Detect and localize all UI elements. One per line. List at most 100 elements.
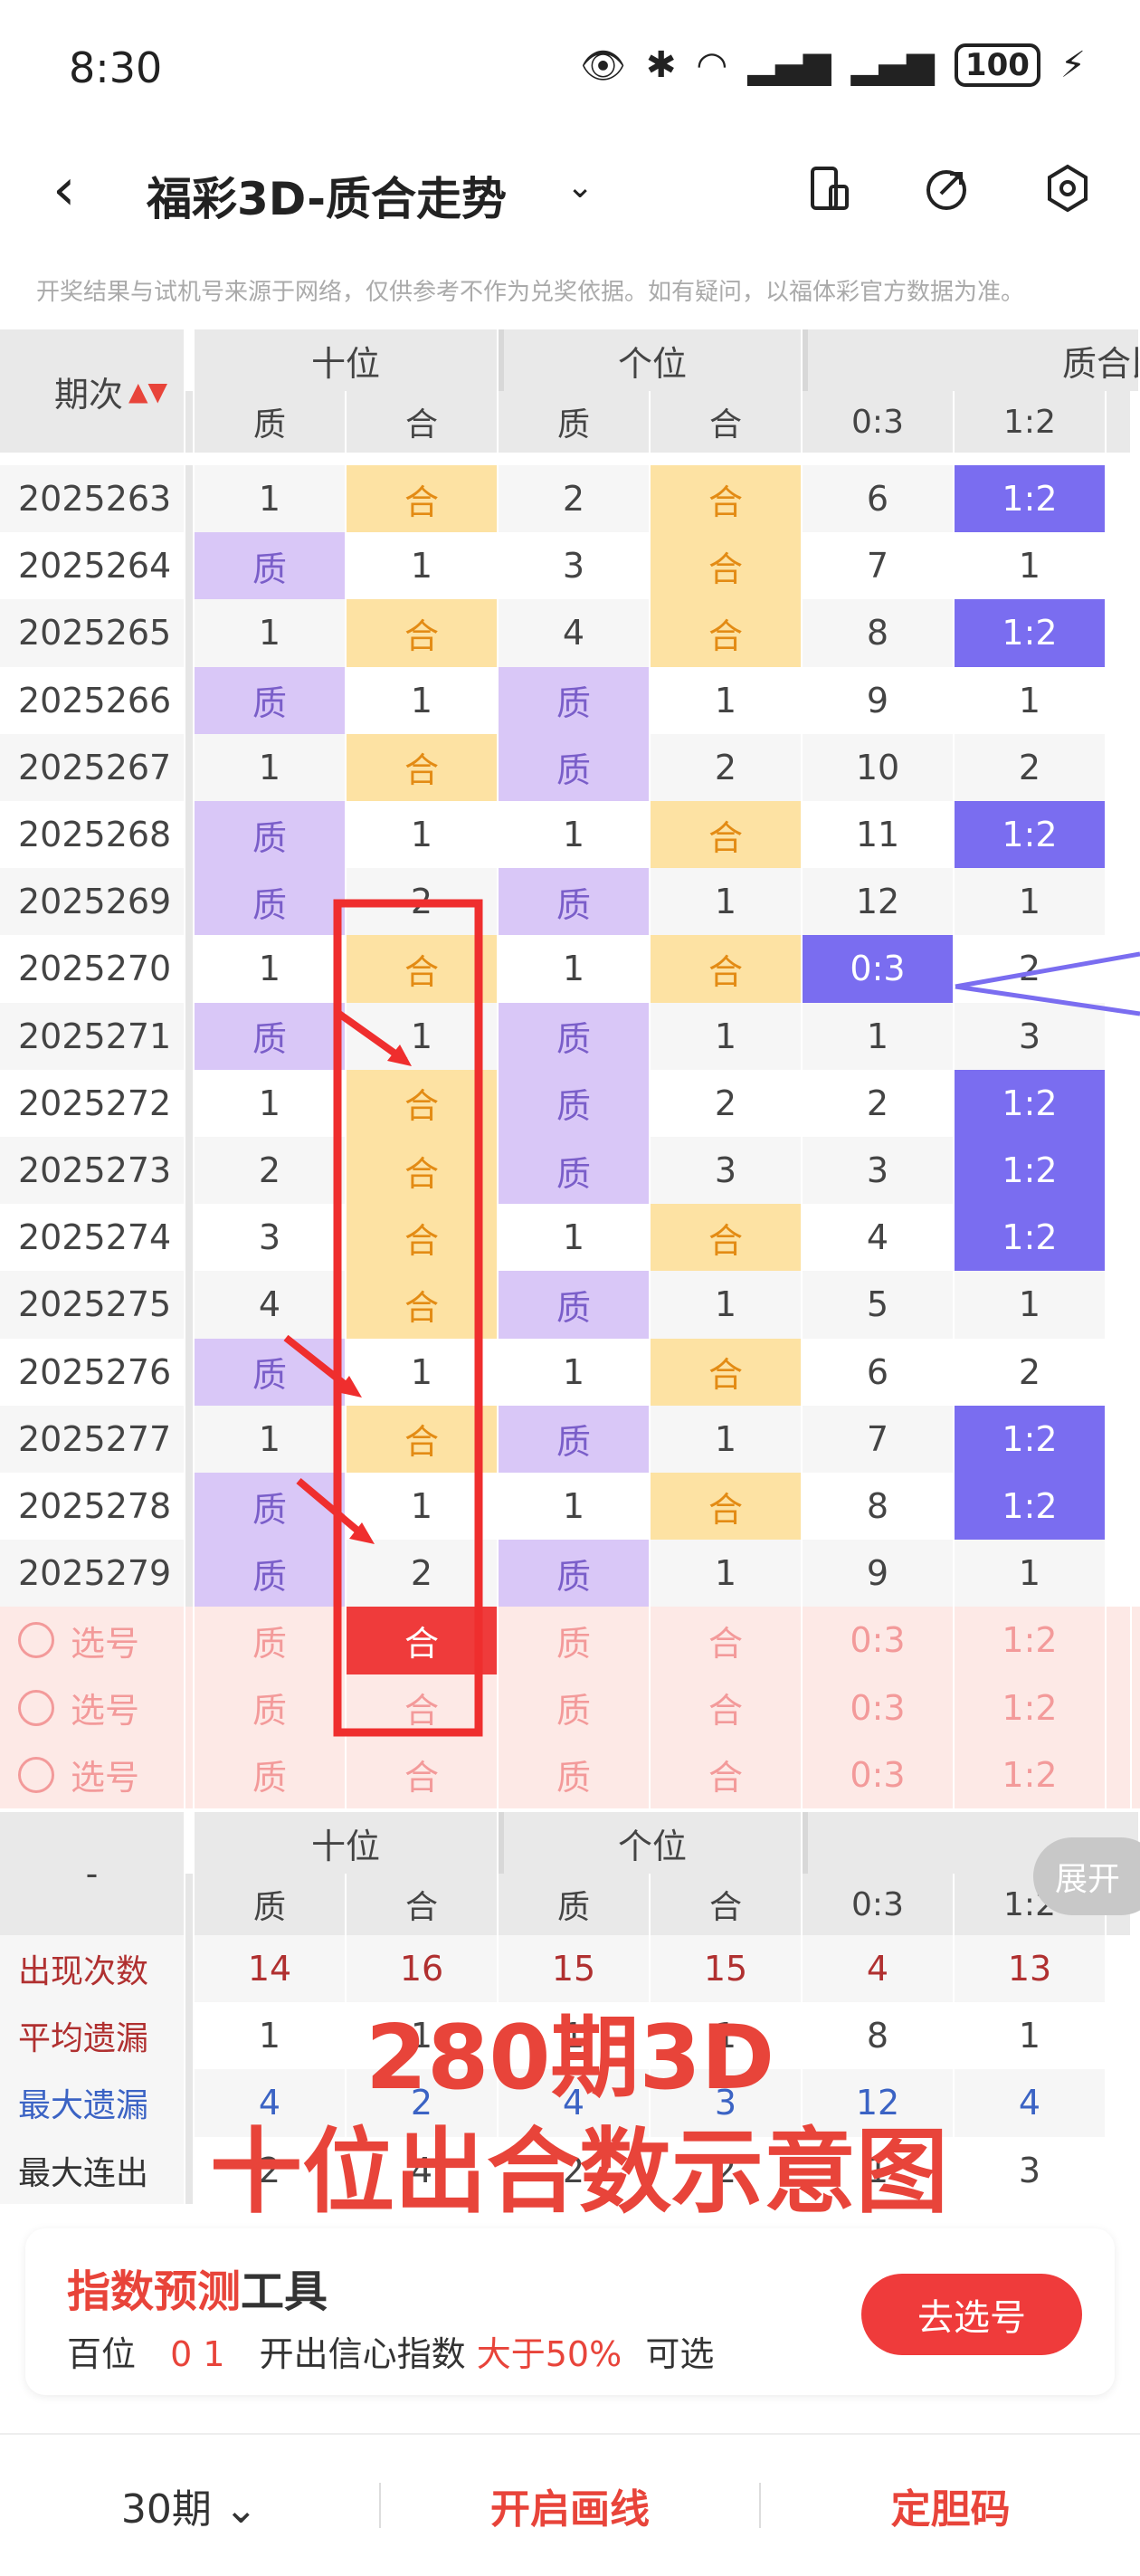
period-cell: 2025265 (0, 599, 185, 667)
ratio-03-cell: 3 (803, 1137, 955, 1205)
ge-he-cell: 3 (651, 1137, 803, 1205)
share-icon[interactable] (921, 163, 972, 214)
periods-dropdown[interactable]: 30期 ⌄ (0, 2476, 379, 2534)
sum-ratio-03: 0:3 (803, 1874, 955, 1935)
select-ge-zhi[interactable]: 质 (499, 1741, 651, 1808)
tool-title: 工具 (241, 2266, 328, 2317)
ratio-12-cell: 2 (955, 733, 1107, 801)
select-shi-he[interactable]: 合 (347, 1607, 499, 1674)
separator (185, 733, 195, 801)
shi-he-cell: 合 (347, 733, 499, 801)
bottom-toolbar: 30期 ⌄ 开启画线 定胆码 (0, 2433, 1140, 2576)
table-row: 2025263 1 合 2 合 6 1:2 (0, 465, 1140, 533)
stats-label: 最大连出 (0, 2136, 185, 2204)
settings-icon[interactable] (1042, 163, 1093, 214)
ratio-more-cell (1107, 1069, 1132, 1137)
separator (185, 2002, 195, 2070)
ge-he-cell: 1 (651, 1540, 803, 1608)
table-row: 2025265 1 合 4 合 8 1:2 (0, 599, 1140, 667)
select-ratio-03[interactable]: 0:3 (803, 1674, 955, 1741)
summary-group-shi: 十位 (195, 1812, 499, 1874)
select-shi-zhi[interactable]: 质 (195, 1674, 347, 1741)
select-ratio-03[interactable]: 0:3 (803, 1607, 955, 1674)
select-ratio-12[interactable]: 1:2 (955, 1741, 1107, 1808)
go-select-button[interactable]: 去选号 (861, 2274, 1082, 2355)
separator (185, 1271, 195, 1339)
sum-sub-he: 合 (347, 1874, 499, 1935)
status-bar: 8:30 👁 ✱ ◠ ▂▄▆ ▂▄▆ 100 ⚡ (0, 0, 1140, 136)
ge-he-cell: 合 (651, 532, 803, 600)
chevron-down-icon[interactable]: ⌄ (566, 168, 594, 205)
stats-label: 平均遗漏 (0, 2002, 185, 2070)
shi-he-cell: 合 (347, 1271, 499, 1339)
shi-zhi-cell: 1 (195, 1405, 347, 1473)
stats-value: 14 (195, 1935, 347, 2003)
shi-he-cell: 合 (347, 1137, 499, 1205)
table-header-row-2: 质合质合 0:3 1:2 (0, 391, 1140, 453)
ratio-12-cell: 3 (955, 1002, 1107, 1070)
dingdan-button[interactable]: 定胆码 (761, 2476, 1140, 2534)
ge-zhi-cell: 1 (499, 1338, 651, 1406)
radio-circle-icon[interactable] (18, 1689, 54, 1726)
tool-desc-optional: 可选 (645, 2334, 715, 2374)
select-ratio-03[interactable]: 0:3 (803, 1741, 955, 1808)
back-icon[interactable]: ‹ (52, 161, 76, 219)
table-row: 2025277 1 合质 1 7 1:2 (0, 1405, 1140, 1473)
radio-circle-icon[interactable] (18, 1756, 54, 1793)
ratio-03-cell: 5 (803, 1271, 955, 1339)
stats-value: 1 (195, 2002, 347, 2070)
radio-circle-icon[interactable] (18, 1622, 54, 1659)
page-title[interactable]: 福彩3D-质合走势 (147, 163, 507, 228)
wifi-icon: ◠ (696, 44, 728, 86)
ge-he-cell: 合 (651, 801, 803, 869)
phone-layout-icon[interactable] (803, 163, 854, 214)
ratio-12-cell: 1:2 (955, 1204, 1107, 1272)
ratio-03-cell: 8 (803, 1473, 955, 1541)
select-ge-he[interactable]: 合 (651, 1741, 803, 1808)
ratio-03-cell: 11 (803, 801, 955, 869)
select-ge-he[interactable]: 合 (651, 1674, 803, 1741)
table-row: 2025269 质 2 质 1 12 1 (0, 868, 1140, 936)
expand-button[interactable]: 展开 (1033, 1837, 1140, 1915)
ge-he-cell: 合 (651, 935, 803, 1003)
tool-desc-numbers: 0 1 (170, 2334, 225, 2374)
ge-he-cell: 合 (651, 1204, 803, 1272)
shi-zhi-cell: 3 (195, 1204, 347, 1272)
select-shi-zhi[interactable]: 质 (195, 1741, 347, 1808)
shi-zhi-cell: 1 (195, 935, 347, 1003)
stats-more (1107, 2069, 1132, 2137)
period-cell: 2025278 (0, 1473, 185, 1541)
select-ge-zhi[interactable]: 质 (499, 1607, 651, 1674)
ge-he-cell: 合 (651, 599, 803, 667)
select-ge-zhi[interactable]: 质 (499, 1674, 651, 1741)
ratio-12-cell: 1 (955, 868, 1107, 936)
shi-he-cell: 2 (347, 1540, 499, 1608)
separator (185, 532, 195, 600)
select-ge-he[interactable]: 合 (651, 1607, 803, 1674)
ratio-03-cell: 6 (803, 465, 955, 533)
select-row[interactable]: 选号质合质合 0:3 1:2 (0, 1607, 1140, 1674)
period-cell: 2025267 (0, 733, 185, 801)
select-row[interactable]: 选号质合质合 0:3 1:2 (0, 1674, 1140, 1741)
select-ratio-12[interactable]: 1:2 (955, 1674, 1107, 1741)
eye-icon: 👁 (580, 44, 626, 87)
table-row: 2025279 质 2 质 1 9 1 (0, 1540, 1140, 1608)
period-cell: 2025271 (0, 1002, 185, 1070)
period-cell: 2025268 (0, 801, 185, 869)
ratio-03-cell: 6 (803, 1338, 955, 1406)
ge-zhi-cell: 2 (499, 465, 651, 533)
ratio-12-cell: 2 (955, 935, 1107, 1003)
shi-zhi-cell: 质 (195, 868, 347, 936)
stats-label: 出现次数 (0, 1935, 185, 2003)
select-shi-he[interactable]: 合 (347, 1674, 499, 1741)
select-shi-zhi[interactable]: 质 (195, 1607, 347, 1674)
shi-zhi-cell: 质 (195, 1002, 347, 1070)
period-cell: 2025272 (0, 1069, 185, 1137)
select-ratio-12[interactable]: 1:2 (955, 1607, 1107, 1674)
separator (185, 391, 195, 453)
sub-he: 合 (651, 391, 803, 453)
draw-line-button[interactable]: 开启画线 (381, 2476, 760, 2534)
select-row[interactable]: 选号质合质合 0:3 1:2 (0, 1741, 1140, 1808)
select-label: 选号 (71, 1691, 140, 1732)
select-shi-he[interactable]: 合 (347, 1741, 499, 1808)
